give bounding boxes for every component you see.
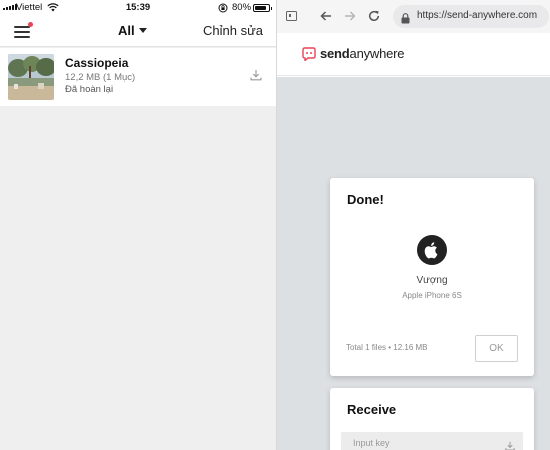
key-input[interactable] — [341, 432, 523, 450]
battery-percent: 80% — [232, 2, 252, 13]
send-anywhere-logo-icon — [302, 46, 316, 61]
status-bar: Viettel 15:39 80% — [0, 0, 276, 16]
download-icon[interactable] — [505, 438, 515, 450]
brand-name-bold: send — [320, 46, 350, 61]
caret-down-icon — [138, 28, 147, 33]
browser-panel: https://send-anywhere.com sendanywhere D… — [276, 0, 550, 450]
site-header: sendanywhere — [277, 33, 550, 76]
done-title: Done! — [347, 192, 384, 207]
forward-button[interactable] — [343, 9, 357, 28]
file-status: Đã hoàn lại — [65, 84, 114, 95]
device-model: Apple iPhone 6S — [402, 291, 462, 300]
url-text: https://send-anywhere.com — [417, 10, 538, 21]
file-size: 12,2 MB (1 Mục) — [65, 72, 136, 83]
lock-icon — [401, 11, 410, 29]
edit-button[interactable]: Chỉnh sửa — [203, 23, 263, 38]
screen: Viettel 15:39 80% All Chỉnh sửa Cassiope… — [0, 0, 550, 450]
filter-label: All — [118, 23, 135, 38]
filter-dropdown[interactable]: All — [118, 23, 147, 38]
orientation-lock-icon — [218, 3, 228, 16]
receive-title: Receive — [347, 402, 397, 417]
tabs-icon[interactable] — [286, 11, 297, 21]
app-header: All Chỉnh sửa — [0, 16, 276, 47]
transfer-summary: Total 1 files • 12.16 MB — [346, 343, 428, 352]
device-name: Vượng — [416, 275, 448, 286]
file-thumbnail — [8, 54, 54, 100]
download-icon[interactable] — [250, 68, 262, 86]
send-anywhere-logo[interactable]: sendanywhere — [302, 46, 405, 61]
back-button[interactable] — [319, 9, 333, 28]
brand-name-light: anywhere — [349, 46, 405, 61]
browser-toolbar: https://send-anywhere.com — [277, 0, 550, 33]
apple-icon — [417, 235, 447, 265]
notification-dot — [28, 22, 33, 27]
ok-button[interactable]: OK — [475, 335, 518, 362]
transfer-done-card: Done! Vượng Apple iPhone 6S Total 1 file… — [330, 178, 534, 376]
address-bar[interactable]: https://send-anywhere.com — [393, 5, 549, 28]
mobile-app-panel: Viettel 15:39 80% All Chỉnh sửa Cassiope… — [0, 0, 276, 450]
receive-card: Receive — [330, 388, 534, 450]
arrow-right-icon — [345, 11, 356, 21]
battery-icon — [253, 4, 272, 12]
arrow-left-icon — [320, 11, 331, 21]
menu-button[interactable] — [14, 22, 33, 38]
file-list-item[interactable]: Cassiopeia 12,2 MB (1 Mục) Đã hoàn lại — [0, 48, 276, 106]
reload-icon — [368, 10, 380, 22]
reload-button[interactable] — [367, 9, 381, 28]
file-name: Cassiopeia — [65, 56, 129, 70]
brand-name: sendanywhere — [320, 46, 405, 61]
